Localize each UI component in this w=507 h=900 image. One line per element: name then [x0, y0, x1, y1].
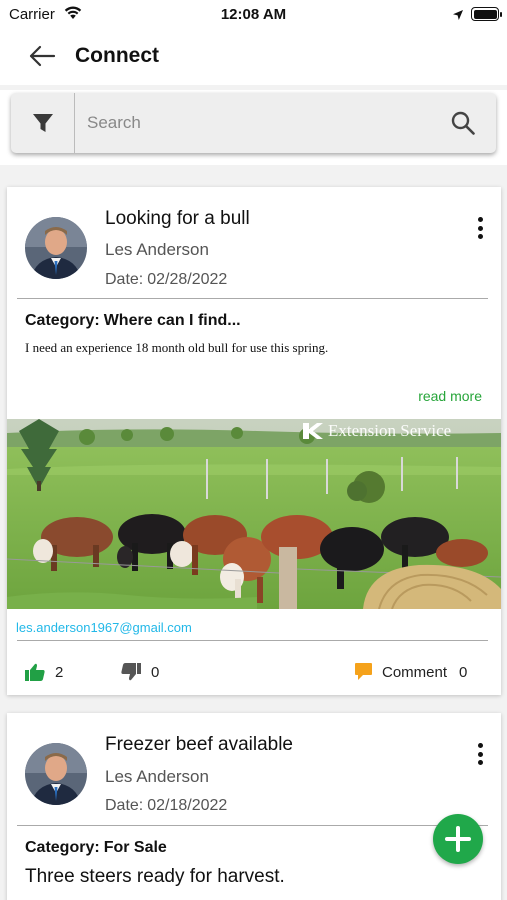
image-watermark: Extension Service: [328, 421, 452, 440]
category-label: Category:: [25, 839, 100, 856]
more-options-icon[interactable]: [473, 741, 487, 767]
divider: [17, 825, 488, 826]
nav-bar: Connect: [0, 30, 507, 85]
post-title: Freezer beef available: [105, 734, 293, 755]
post-title: Looking for a bull: [105, 208, 250, 229]
category-value: For Sale: [103, 839, 167, 856]
comment-label: Comment: [382, 663, 448, 681]
read-more-link[interactable]: read more: [418, 388, 482, 404]
dislike-count: 0: [151, 663, 160, 681]
divider: [17, 298, 488, 299]
battery-icon: [471, 7, 502, 21]
divider: [17, 640, 488, 641]
author-name: Les Anderson: [105, 767, 209, 786]
plus-icon: [445, 826, 471, 852]
post-image[interactable]: Extension Service: [7, 419, 501, 609]
post-card[interactable]: Freezer beef available Les Anderson Date…: [7, 713, 501, 900]
post-category: Category: For Sale: [25, 839, 167, 857]
category-label: Category:: [25, 312, 100, 329]
date-value: 02/18/2022: [147, 797, 228, 814]
search-icon: [451, 111, 475, 135]
post-category: Category: Where can I find...: [25, 312, 241, 330]
thumbs-up-icon: [25, 663, 45, 681]
category-value: Where can I find...: [103, 312, 241, 329]
author-email[interactable]: les.anderson1967@gmail.com: [16, 620, 192, 635]
post-date: Date: 02/18/2022: [105, 797, 227, 815]
clock: 12:08 AM: [220, 6, 287, 23]
post-description: Three steers ready for harvest.: [25, 866, 285, 887]
filter-button[interactable]: [11, 93, 75, 153]
add-post-button[interactable]: [433, 814, 483, 864]
date-label: Date:: [105, 797, 144, 814]
search-button[interactable]: [450, 110, 476, 136]
comment-button[interactable]: Comment 0: [355, 663, 467, 681]
dislike-button[interactable]: 0: [121, 663, 159, 681]
arrow-left-icon: [29, 45, 56, 67]
back-button[interactable]: [26, 42, 58, 70]
date-value: 02/28/2022: [147, 271, 228, 288]
more-options-icon[interactable]: [473, 215, 487, 241]
search-bar: [11, 93, 496, 153]
avatar: [25, 743, 87, 805]
status-bar: Carrier 12:08 AM: [0, 0, 507, 30]
thumbs-down-icon: [121, 663, 141, 681]
like-button[interactable]: 2: [25, 663, 63, 681]
post-date: Date: 02/28/2022: [105, 271, 227, 289]
post-card[interactable]: Looking for a bull Les Anderson Date: 02/…: [7, 187, 501, 695]
location-icon: [452, 8, 464, 26]
like-count: 2: [55, 663, 64, 681]
page-title: Connect: [75, 44, 159, 67]
comment-icon: [355, 663, 372, 681]
comment-count: 0: [459, 663, 468, 681]
avatar: [25, 217, 87, 279]
author-name: Les Anderson: [105, 240, 209, 259]
post-description: I need an experience 18 month old bull f…: [25, 340, 329, 355]
date-label: Date:: [105, 271, 144, 288]
filter-icon: [32, 114, 53, 132]
search-input[interactable]: [87, 103, 437, 143]
search-section: [0, 90, 507, 165]
